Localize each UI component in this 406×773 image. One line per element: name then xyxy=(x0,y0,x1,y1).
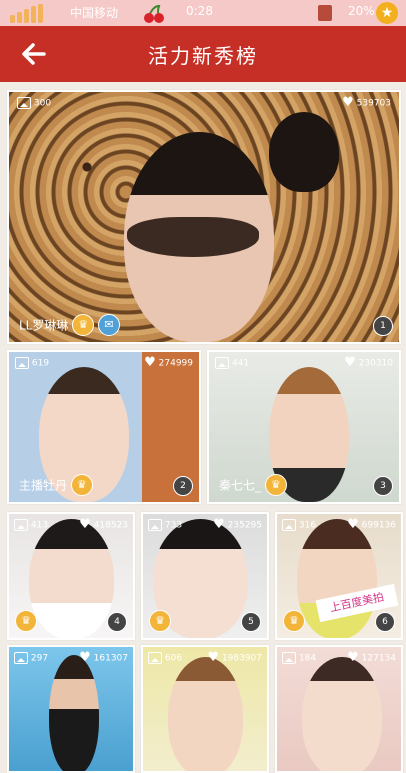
photo-count: 316 xyxy=(298,520,317,531)
heart-icon: ♥ xyxy=(79,517,91,532)
photo-count-icon xyxy=(17,97,31,109)
like-count: 127134 xyxy=(361,653,396,664)
user-name: 秦七七_ xyxy=(219,478,262,493)
cherry-icon xyxy=(144,4,164,23)
crown-icon: ♛ xyxy=(149,610,171,632)
ranking-card-5[interactable]: 733 ♥ 235295 ♛ 5 xyxy=(141,512,269,640)
carrier-name: 中国移动 xyxy=(70,6,119,20)
sunglasses xyxy=(127,217,259,257)
person-figure xyxy=(29,519,114,638)
rank-badge: 2 xyxy=(173,476,193,496)
ranking-card-9[interactable]: 184 ♥ 127134 xyxy=(275,645,403,773)
signal-icon xyxy=(10,4,43,23)
status-bar: 中国移动 0:28 20% ★ xyxy=(0,0,406,26)
like-count: 1983907 xyxy=(221,653,262,664)
like-count: 274999 xyxy=(158,358,193,369)
crown-icon: ♛ xyxy=(72,314,95,336)
heart-icon: ♥ xyxy=(144,355,156,370)
like-count: 539703 xyxy=(356,98,391,109)
like-count: 699136 xyxy=(361,520,396,531)
like-count: 418523 xyxy=(93,520,128,531)
user-name: 主播牡丹 xyxy=(19,478,68,493)
person-figure xyxy=(297,519,377,638)
photo-count-icon xyxy=(15,357,29,369)
like-count: 235295 xyxy=(227,520,262,531)
photo-count-icon xyxy=(282,519,296,531)
rank-badge: 3 xyxy=(373,476,393,496)
photo-count: 184 xyxy=(298,653,317,664)
user-name: LL罗琳琳 xyxy=(19,318,69,333)
page-title: 活力新秀榜 xyxy=(148,44,258,68)
rank-badge: 6 xyxy=(375,612,395,632)
ranking-card-2[interactable]: 619 ♥ 274999 主播牡丹 ♛ 2 xyxy=(7,350,201,504)
sim-card-icon xyxy=(318,5,332,21)
photo-count-icon xyxy=(215,357,229,369)
photo-count: 619 xyxy=(31,358,50,369)
photo-count: 300 xyxy=(33,98,52,109)
photo-count-icon xyxy=(148,652,162,664)
ranking-card-3[interactable]: 441 ♥ 230310 秦七七_ ♛ 3 xyxy=(207,350,401,504)
ranking-card-6[interactable]: 上百度美拍 316 ♥ 699136 ♛ 6 xyxy=(275,512,403,640)
photo-count: 606 xyxy=(164,653,183,664)
photo-count: 297 xyxy=(30,653,49,664)
crown-icon: ♛ xyxy=(264,474,287,496)
heart-icon: ♥ xyxy=(347,650,359,665)
heart-icon: ♥ xyxy=(347,517,359,532)
rank-badge: 1 xyxy=(373,316,393,336)
person-figure xyxy=(49,655,99,771)
photo-count: 733 xyxy=(164,520,183,531)
photo-count-icon xyxy=(14,652,28,664)
mail-icon: ✉ xyxy=(98,314,121,336)
heart-icon: ♥ xyxy=(213,517,225,532)
battery-level: 20% xyxy=(348,4,375,18)
ranking-card-1[interactable]: 300 ♥ 539703 LL罗琳琳 ♛ ✉ 1 xyxy=(7,90,401,344)
photo-count-icon xyxy=(282,652,296,664)
heart-icon: ♥ xyxy=(342,95,354,110)
hair-bun xyxy=(269,112,339,192)
like-count: 230310 xyxy=(358,358,393,369)
heart-icon: ♥ xyxy=(207,650,220,665)
clock: 0:28 xyxy=(186,4,213,18)
ranking-card-4[interactable]: 413 ♥ 418523 ♛ 4 xyxy=(7,512,135,640)
ranking-card-7[interactable]: 297 ♥ 161307 xyxy=(7,645,135,773)
crown-icon: ♛ xyxy=(70,474,93,496)
rank-badge: 4 xyxy=(107,612,127,632)
like-count: 161307 xyxy=(93,653,128,664)
crown-icon: ♛ xyxy=(283,610,305,632)
photo-count: 413 xyxy=(30,520,49,531)
star-icon: ★ xyxy=(376,2,398,24)
photo-count: 441 xyxy=(231,358,250,369)
person-figure xyxy=(168,657,243,771)
ranking-card-8[interactable]: 606 ♥ 1983907 xyxy=(141,645,269,773)
photo-count-icon xyxy=(14,519,28,531)
heart-icon: ♥ xyxy=(344,355,356,370)
heart-icon: ♥ xyxy=(79,650,91,665)
rank-badge: 5 xyxy=(241,612,261,632)
crown-icon: ♛ xyxy=(15,610,37,632)
title-bar: 活力新秀榜 xyxy=(0,26,406,82)
person-figure xyxy=(302,657,382,771)
photo-count-icon xyxy=(148,519,162,531)
